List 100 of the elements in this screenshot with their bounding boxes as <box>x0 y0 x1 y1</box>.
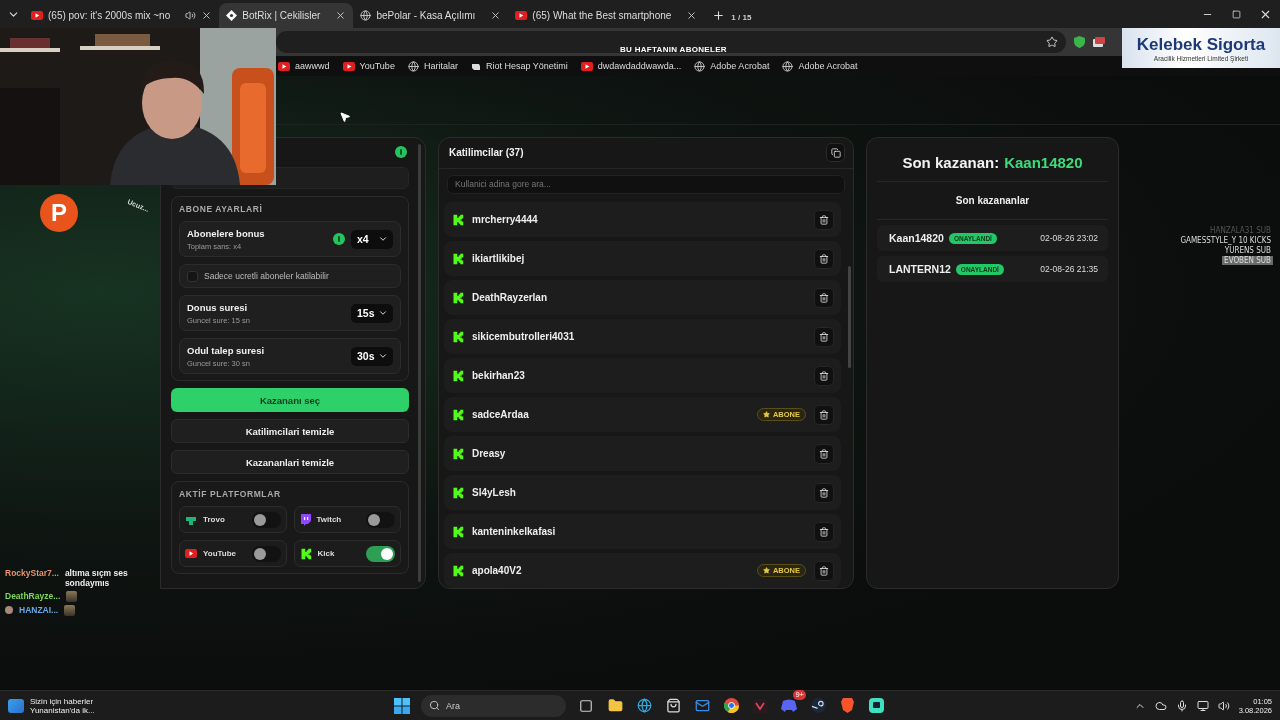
bookmark-link[interactable]: Haritalar <box>407 60 458 72</box>
delete-button[interactable] <box>814 443 834 464</box>
bookmark-link[interactable]: dwdawdaddwawda... <box>580 61 682 71</box>
browser-icon[interactable] <box>723 698 739 713</box>
trash-icon[interactable] <box>819 448 829 459</box>
participant-row[interactable]: sikicembutrolleri4031 <box>444 319 841 354</box>
toggle-switch[interactable] <box>366 545 395 562</box>
delete-button[interactable] <box>814 248 834 269</box>
delete-button[interactable] <box>814 326 834 347</box>
pick-winner-button[interactable]: Kazananı seç <box>171 388 409 412</box>
cloud-icon[interactable] <box>1154 699 1167 712</box>
mail-icon[interactable] <box>694 698 710 713</box>
globe-icon <box>694 60 706 72</box>
close-tab-icon[interactable] <box>201 10 213 21</box>
bookmark-link[interactable]: Adobe Acrobat <box>782 60 858 72</box>
globe-icon[interactable] <box>636 698 652 713</box>
dropdown[interactable]: 15s <box>351 303 393 323</box>
speaker-icon[interactable] <box>185 10 197 21</box>
trash-icon[interactable] <box>819 292 829 303</box>
setting-label: Abonelere bonus <box>187 227 266 239</box>
display-icon[interactable] <box>1196 699 1209 712</box>
microphone-icon[interactable] <box>1175 699 1188 712</box>
delete-button[interactable] <box>814 404 834 425</box>
close-tab-icon[interactable] <box>686 10 698 21</box>
participant-row[interactable]: ikiartlikibej <box>444 241 841 276</box>
restore-icon[interactable] <box>1232 9 1241 19</box>
dropdown[interactable]: 30s <box>351 346 393 366</box>
participant-row[interactable]: mrcherry4444 <box>444 202 841 237</box>
play-button-icon <box>342 61 355 71</box>
trash-icon[interactable] <box>819 370 829 381</box>
bookmark-link[interactable]: YouTube <box>342 61 395 71</box>
v-icon[interactable] <box>753 698 767 713</box>
participant-name: DeathRayzerlan <box>472 292 549 303</box>
info-icon[interactable] <box>333 233 345 245</box>
chevron-down-icon[interactable] <box>378 308 388 318</box>
overlay-counter: 1 / 15 <box>731 13 752 22</box>
platform-name: YouTube <box>203 549 238 558</box>
news-widget[interactable]: Sizin için haberler Yunanistan'da ik... <box>8 696 95 715</box>
bookmark-link[interactable]: Riot Hesap Yönetimi <box>470 61 568 71</box>
bookmark-link[interactable]: aawwwd <box>278 61 330 71</box>
delete-button[interactable] <box>814 521 834 542</box>
globe-icon <box>782 60 794 72</box>
new-tab-button[interactable] <box>712 9 726 22</box>
copy-icon[interactable] <box>830 147 841 158</box>
avatar-icon <box>5 606 13 614</box>
clear-button[interactable]: Katilimcilari temizle <box>171 419 409 443</box>
trash-icon[interactable] <box>819 214 829 225</box>
participant-row[interactable]: Dreasy <box>444 436 841 471</box>
participant-row[interactable]: bekirhan23 <box>444 358 841 393</box>
dropdown[interactable]: x4 <box>351 229 393 249</box>
trash-icon[interactable] <box>819 526 829 537</box>
delete-button[interactable] <box>814 365 834 386</box>
delete-button[interactable] <box>814 209 834 230</box>
toggle-switch[interactable] <box>366 511 395 528</box>
bag-icon[interactable] <box>665 698 681 713</box>
trash-icon[interactable] <box>819 253 829 264</box>
news-subtitle: Yunanistan'da ik... <box>30 705 95 715</box>
scrollbar-thumb[interactable] <box>848 266 851 368</box>
window-stack-icon[interactable] <box>1093 37 1105 47</box>
toggle-switch[interactable] <box>251 511 281 528</box>
browser-tab[interactable]: BotRix | Cekilisler <box>219 3 354 28</box>
scrollbar-thumb[interactable] <box>418 144 421 582</box>
windows-logo-icon[interactable] <box>394 697 410 714</box>
speaker-icon[interactable] <box>1217 699 1230 712</box>
checkbox-row[interactable]: Sadece ucretli aboneler katilabilir <box>179 264 401 288</box>
trash-icon[interactable] <box>819 487 829 498</box>
search-field[interactable]: Kullanici adina gore ara... <box>447 174 845 194</box>
participant-row[interactable]: DeathRayzerlan <box>444 280 841 315</box>
play-button-icon <box>31 11 43 20</box>
delete-button[interactable] <box>814 482 834 503</box>
browser-tab[interactable]: (65) pov: it's 2000s mix ~no <box>24 3 220 28</box>
shield-icon[interactable] <box>1074 36 1085 48</box>
app-icon[interactable] <box>868 698 884 713</box>
close-tab-icon[interactable] <box>490 10 502 21</box>
delete-button[interactable] <box>814 560 834 581</box>
checkbox[interactable] <box>187 270 198 282</box>
close-tab-icon[interactable] <box>335 10 347 21</box>
folder-icon[interactable] <box>607 698 623 713</box>
clear-button[interactable]: Kazananlari temizle <box>171 450 409 474</box>
globe-icon <box>407 60 419 72</box>
trash-icon[interactable] <box>819 565 829 576</box>
chevron-down-icon[interactable] <box>378 234 388 244</box>
trash-icon[interactable] <box>819 331 829 342</box>
trash-icon[interactable] <box>819 409 829 420</box>
delete-button[interactable] <box>814 287 834 308</box>
bookmark-link[interactable]: Adobe Acrobat <box>694 60 770 72</box>
browser-tab[interactable]: bePolar - Kasa Açılımı <box>353 3 509 28</box>
taskbar-search[interactable]: Ara <box>421 694 566 717</box>
sponsor-name: Kelebek Sigorta <box>1136 34 1266 55</box>
chat-app-icon[interactable] <box>781 699 797 712</box>
task-view-icon[interactable] <box>579 698 593 713</box>
participant-row[interactable]: Sl4yLesh <box>444 475 841 510</box>
toggle-switch[interactable] <box>251 545 281 562</box>
info-icon[interactable] <box>395 146 407 158</box>
browser-tab[interactable]: (65) What the Best smartphone <box>508 3 705 28</box>
copy-button[interactable] <box>826 143 845 163</box>
participant-row[interactable]: kanteninkelkafasi <box>444 514 841 549</box>
chevron-down-icon[interactable] <box>378 351 388 361</box>
winner-row-name: LANTERN12 <box>889 263 951 275</box>
bookmark-star-icon[interactable] <box>1046 36 1058 48</box>
